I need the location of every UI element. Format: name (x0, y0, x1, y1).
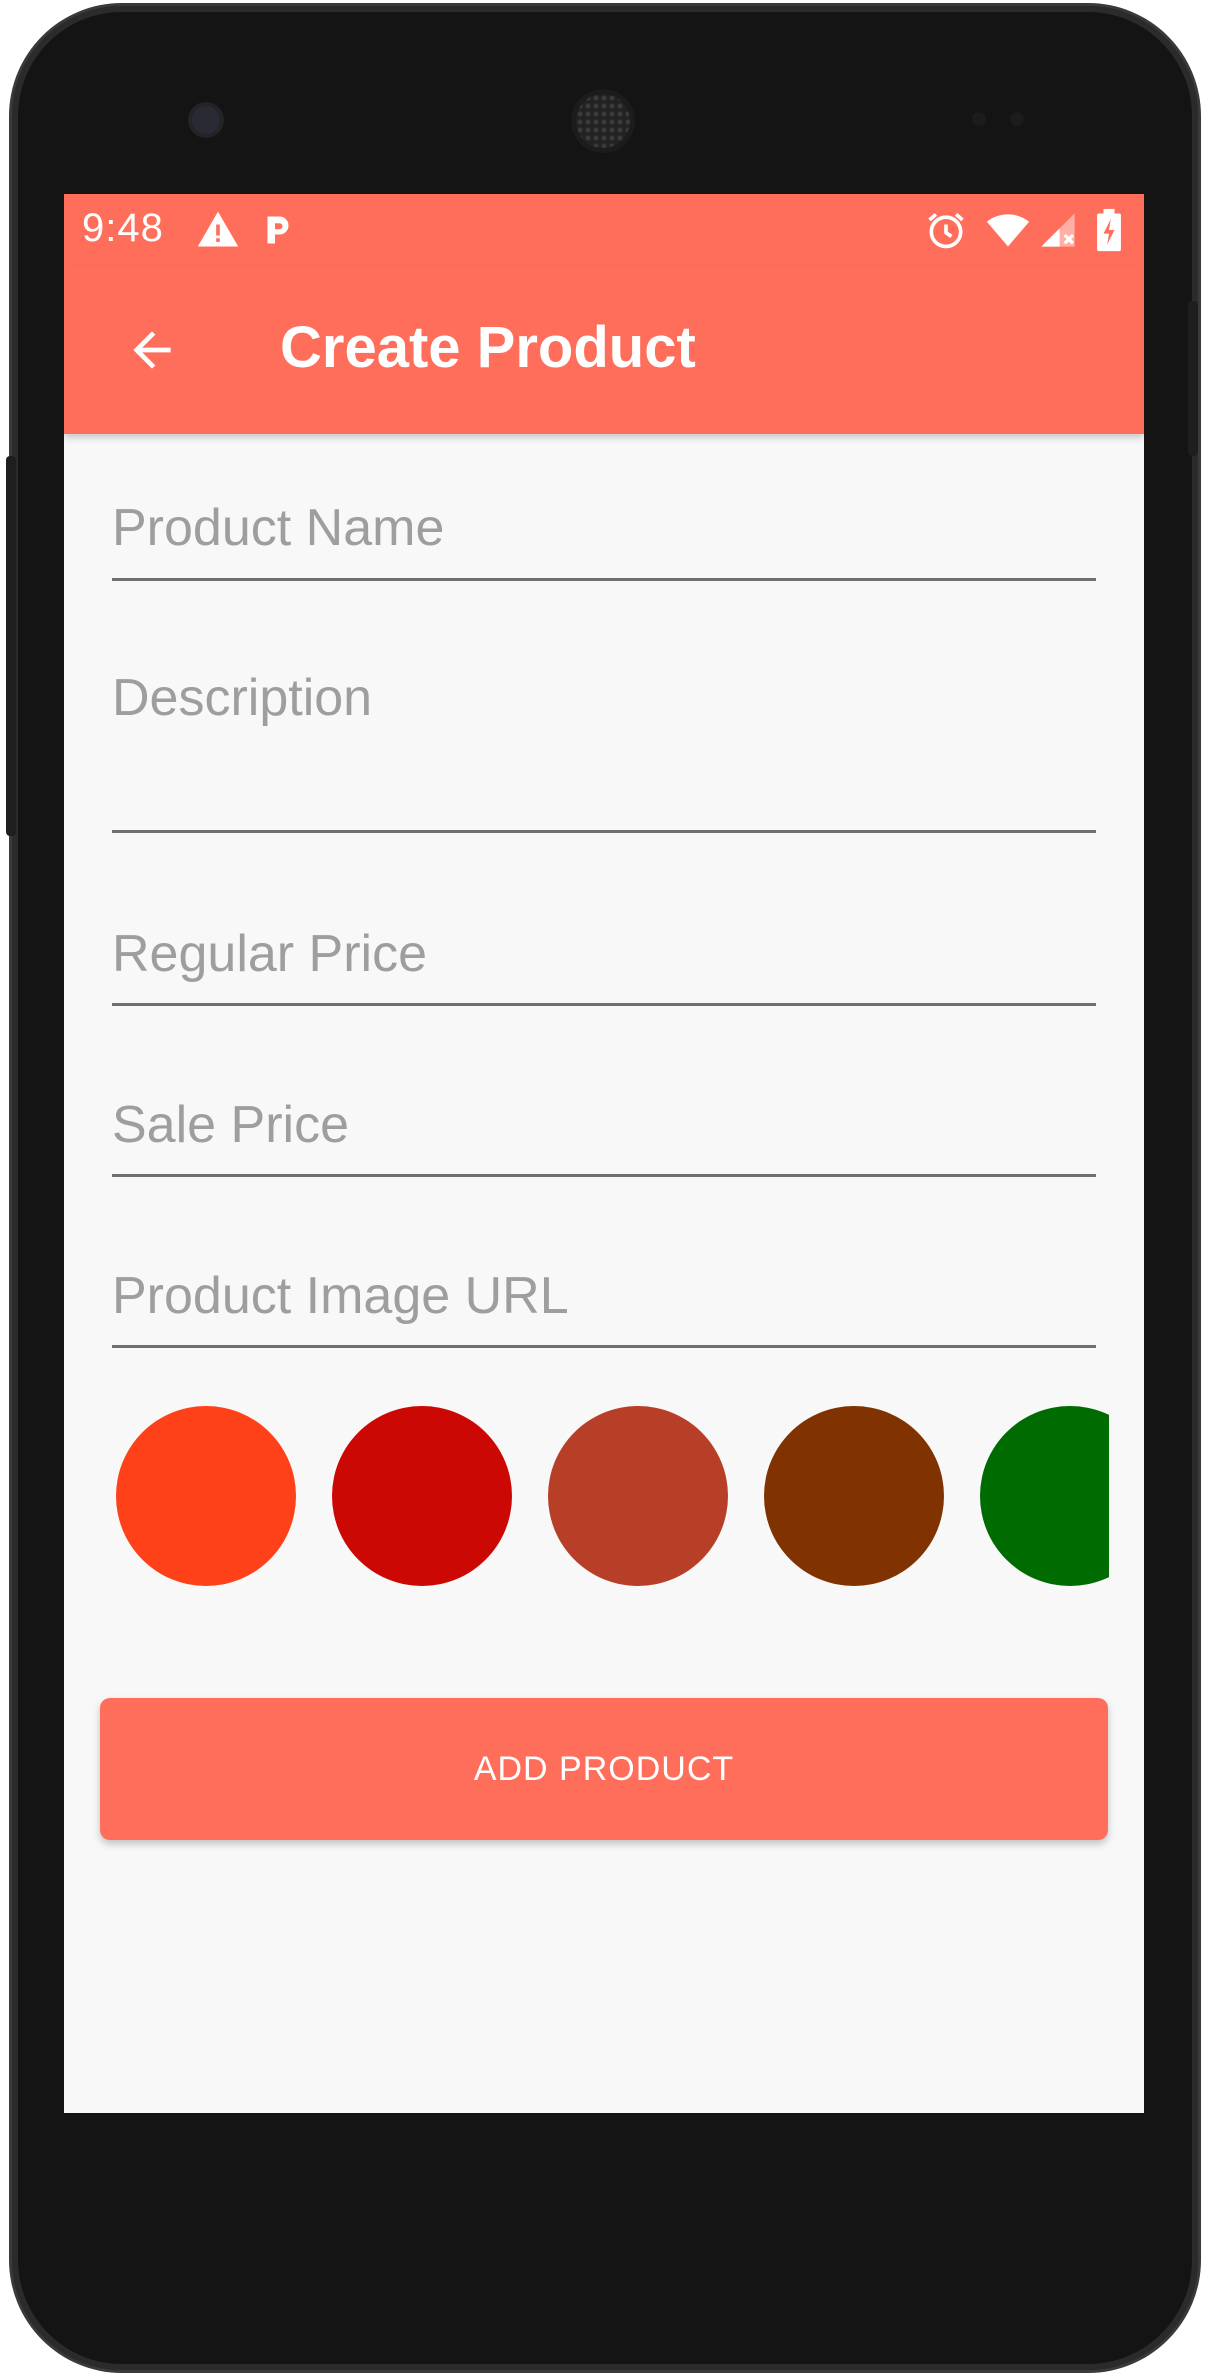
signal-icon (1041, 213, 1075, 247)
proximity-sensor (972, 112, 986, 126)
front-camera (192, 106, 220, 134)
wifi-icon (986, 214, 1030, 247)
color-swatch[interactable] (548, 1406, 728, 1586)
color-swatch-list[interactable] (116, 1406, 1109, 1588)
sale-price-field[interactable]: Sale Price (112, 1051, 1096, 1177)
back-button[interactable] (110, 308, 194, 392)
earpiece-speaker (576, 94, 630, 148)
product-name-field[interactable]: Product Name (112, 454, 1096, 581)
power-button (6, 456, 16, 836)
image-url-placeholder: Product Image URL (112, 1267, 569, 1325)
color-swatch[interactable] (764, 1406, 944, 1586)
app-bar: Create Product (64, 266, 1144, 434)
status-bar: 9:48 (64, 194, 1144, 266)
color-swatch[interactable] (332, 1406, 512, 1586)
color-swatch[interactable] (980, 1406, 1109, 1586)
status-time: 9:48 (82, 206, 164, 250)
parking-icon (267, 216, 289, 244)
arrow-back-icon (133, 331, 171, 369)
regular-price-placeholder: Regular Price (112, 925, 428, 983)
app-screen: 9:48 Create Product Product Name Descrip… (64, 194, 1144, 2113)
color-swatch[interactable] (116, 1406, 296, 1586)
regular-price-field[interactable]: Regular Price (112, 880, 1096, 1006)
image-url-field[interactable]: Product Image URL (112, 1222, 1096, 1348)
page-title: Create Product (280, 315, 696, 380)
light-sensor (1010, 112, 1024, 126)
product-name-placeholder: Product Name (112, 499, 445, 557)
volume-button (1188, 301, 1198, 456)
battery-charging-icon (1097, 208, 1121, 252)
description-placeholder: Description (112, 669, 373, 727)
add-product-button[interactable]: ADD PRODUCT (100, 1698, 1108, 1840)
sale-price-placeholder: Sale Price (112, 1096, 349, 1154)
description-field[interactable]: Description (112, 624, 1096, 833)
alarm-icon (928, 213, 964, 249)
warning-icon (197, 211, 239, 247)
